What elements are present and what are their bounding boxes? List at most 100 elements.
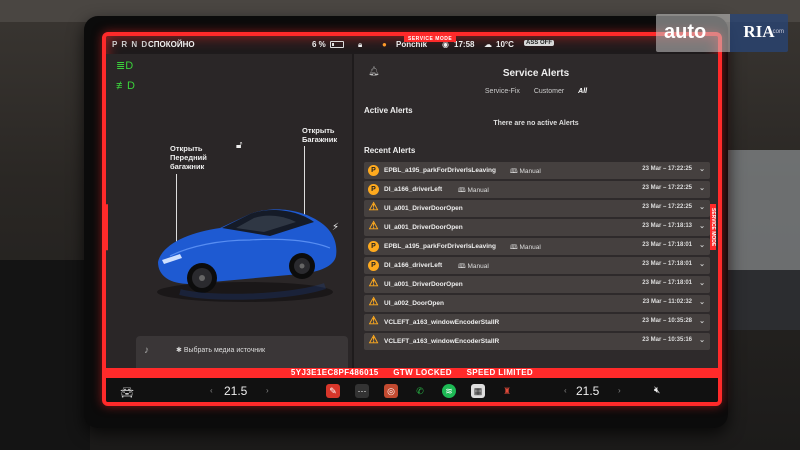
alert-name: VCLEFT_a163_windowEncoderStallR xyxy=(384,319,500,326)
manual-label: Manual xyxy=(519,168,541,175)
clock: 17:58 xyxy=(454,40,475,49)
fog-light-icon: ≢D xyxy=(116,80,135,92)
headlight-icon: ≣D xyxy=(116,60,134,72)
drive-mode-label: СПОКОЙНО xyxy=(148,40,195,49)
service-mode-banner: 5YJ3E1EC8PF486015 GTW LOCKED SPEED LIMIT… xyxy=(106,368,718,378)
arcade-app-icon[interactable]: ♜ xyxy=(500,384,514,398)
alert-row[interactable]: ⚠︎ UI_a002_DoorOpen 23 Mar – 11:02:32 ⌄ xyxy=(364,295,710,312)
lock-icon[interactable]: 🔒︎ xyxy=(358,40,362,50)
chevron-down-icon[interactable]: ⌄ xyxy=(699,336,705,344)
alert-name: UI_a001_DriverDoorOpen xyxy=(384,205,463,212)
park-alert-icon: P xyxy=(368,184,379,195)
bottom-dock: 🚘︎ ‹ 21.5 › ✎ ⋯ ◎ ✆ ≋ ▦ ♜ ‹ 21.5 › 🔇︎ xyxy=(106,378,718,402)
chevron-down-icon[interactable]: ⌄ xyxy=(699,165,705,173)
alert-row[interactable]: ⚠︎ UI_a001_DriverDoorOpen 23 Mar – 17:22:2… xyxy=(364,200,710,217)
outside-temperature: 10°C xyxy=(496,40,514,49)
weather-icon: ☁ xyxy=(484,40,492,49)
toybox-app-icon[interactable]: ✎ xyxy=(326,384,340,398)
alert-name: VCLEFT_a163_windowEncoderStallR xyxy=(384,338,500,345)
alert-timestamp: 23 Mar – 17:18:01 xyxy=(642,280,692,286)
alert-name: EPBL_a195_parkForDriverIsLeaving xyxy=(384,243,496,250)
open-trunk-button[interactable]: Открыть Багажник xyxy=(302,126,352,144)
park-alert-icon: P xyxy=(368,260,379,271)
chevron-down-icon[interactable]: ⌄ xyxy=(699,241,705,249)
alert-timestamp: 23 Mar – 17:18:01 xyxy=(642,242,692,248)
alert-timestamp: 23 Mar – 11:02:32 xyxy=(642,299,692,305)
warning-triangle-icon: ⚠︎ xyxy=(368,277,379,289)
alert-row[interactable]: P EPBL_a195_parkForDriverIsLeaving 🕮︎ Manu… xyxy=(364,162,710,179)
tab-customer[interactable]: Customer xyxy=(534,88,564,95)
chevron-down-icon[interactable]: ⌄ xyxy=(699,260,705,268)
gear-selector[interactable]: P R N D xyxy=(112,40,148,49)
manual-link[interactable]: 🕮︎ Manual xyxy=(458,262,489,273)
phone-app-icon[interactable]: ✆ xyxy=(413,384,427,398)
manual-link[interactable]: 🕮︎ Manual xyxy=(510,167,541,178)
alert-name: UI_a001_DriverDoorOpen xyxy=(384,224,463,231)
manual-label: Manual xyxy=(519,244,541,251)
gtw-status: GTW LOCKED xyxy=(393,368,452,377)
alert-row[interactable]: P DI_a166_driverLeft 🕮︎ Manual 23 Mar – 17:… xyxy=(364,257,710,274)
chevron-down-icon[interactable]: ⌄ xyxy=(699,184,705,192)
volume-mute-icon[interactable]: 🔇︎ xyxy=(654,385,660,396)
warning-triangle-icon: ⚠︎ xyxy=(368,220,379,232)
no-active-alerts-message: There are no active Alerts xyxy=(493,120,579,127)
dashboard-trim-lower xyxy=(720,270,800,330)
spotify-app-icon[interactable]: ≋ xyxy=(442,384,456,398)
recent-alerts-list: P EPBL_a195_parkForDriverIsLeaving 🕮︎ Manu… xyxy=(364,162,710,352)
dashboard-left xyxy=(0,260,90,450)
alert-timestamp: 23 Mar – 10:35:16 xyxy=(642,337,692,343)
temp-left-up-icon[interactable]: › xyxy=(266,386,269,395)
camera-app-icon[interactable]: ◎ xyxy=(384,384,398,398)
touchscreen: P R N D СПОКОЙНО 6 % 🔒︎ ● Ponchik ◉ 17:5… xyxy=(102,32,722,406)
chevron-down-icon[interactable]: ⌄ xyxy=(699,203,705,211)
manual-link[interactable]: 🕮︎ Manual xyxy=(458,186,489,197)
tab-all[interactable]: All xyxy=(578,88,587,95)
alert-row[interactable]: ⚠︎ VCLEFT_a163_windowEncoderStallR 23 Mar … xyxy=(364,314,710,331)
chevron-down-icon[interactable]: ⌄ xyxy=(699,317,705,325)
media-source-label[interactable]: ✱ Выбрать медиа источник xyxy=(176,346,265,354)
service-mode-side-tag: SERVICE MODE xyxy=(106,204,108,251)
park-alert-icon: P xyxy=(368,165,379,176)
vin-label: 5YJ3E1EC8PF486015 xyxy=(290,368,379,377)
speed-status: SPEED LIMITED xyxy=(466,368,534,377)
alert-name: UI_a002_DoorOpen xyxy=(384,300,444,307)
car-visualization-panel: ≣D ≢D SERVICE MODE Открыть Передний бага… xyxy=(106,54,352,390)
service-mode-tag: SERVICE MODE xyxy=(404,36,457,42)
manual-label: Manual xyxy=(467,263,489,270)
warning-triangle-icon: ⚠︎ xyxy=(368,201,379,213)
passenger-temperature[interactable]: 21.5 xyxy=(576,384,599,398)
alert-timestamp: 23 Mar – 17:18:01 xyxy=(642,261,692,267)
watermark-dotcom: .com xyxy=(770,29,784,35)
alert-name: DI_a166_driverLeft xyxy=(384,186,443,193)
temp-right-down-icon[interactable]: ‹ xyxy=(564,386,567,395)
chevron-down-icon[interactable]: ⌄ xyxy=(699,279,705,287)
manual-link[interactable]: 🕮︎ Manual xyxy=(510,243,541,254)
calendar-app-icon[interactable]: ▦ xyxy=(471,384,485,398)
chevron-down-icon[interactable]: ⌄ xyxy=(699,298,705,306)
music-note-icon: ♪ xyxy=(144,345,149,356)
open-frunk-button[interactable]: Открыть Передний багажник xyxy=(170,144,220,171)
warning-triangle-icon: ⚠︎ xyxy=(368,315,379,327)
chevron-down-icon[interactable]: ⌄ xyxy=(699,222,705,230)
car-lock-icon[interactable]: 🔓︎ xyxy=(236,140,242,151)
alert-row[interactable]: P EPBL_a195_parkForDriverIsLeaving 🕮︎ Manu… xyxy=(364,238,710,255)
alert-row[interactable]: ⚠︎ UI_a001_DriverDoorOpen 23 Mar – 17:18:1… xyxy=(364,219,710,236)
alert-filter-tabs: Service-Fix Customer All xyxy=(354,88,718,95)
driver-temperature[interactable]: 21.5 xyxy=(224,384,247,398)
warning-triangle-icon: ⚠︎ xyxy=(368,334,379,346)
alert-name: DI_a166_driverLeft xyxy=(384,262,443,269)
watermark-ria: RIA .com xyxy=(730,14,788,52)
service-mode-side-tag-right: SERVICE MODE xyxy=(710,204,716,251)
temp-left-down-icon[interactable]: ‹ xyxy=(210,386,213,395)
temp-right-up-icon[interactable]: › xyxy=(618,386,621,395)
active-alerts-heading: Active Alerts xyxy=(364,106,413,115)
alert-row[interactable]: ⚠︎ UI_a001_DriverDoorOpen 23 Mar – 17:18:0… xyxy=(364,276,710,293)
car-model-image xyxy=(157,209,337,302)
tab-service-fix[interactable]: Service-Fix xyxy=(485,88,520,95)
alert-row[interactable]: P DI_a166_driverLeft 🕮︎ Manual 23 Mar – 17:… xyxy=(364,181,710,198)
profile-icon[interactable]: ● xyxy=(382,40,387,49)
page-title: Service Alerts xyxy=(502,68,570,79)
more-apps-icon[interactable]: ⋯ xyxy=(355,384,369,398)
alert-row[interactable]: ⚠︎ VCLEFT_a163_windowEncoderStallR 23 Mar … xyxy=(364,333,710,350)
car-icon[interactable]: 🚘︎ xyxy=(120,386,134,399)
